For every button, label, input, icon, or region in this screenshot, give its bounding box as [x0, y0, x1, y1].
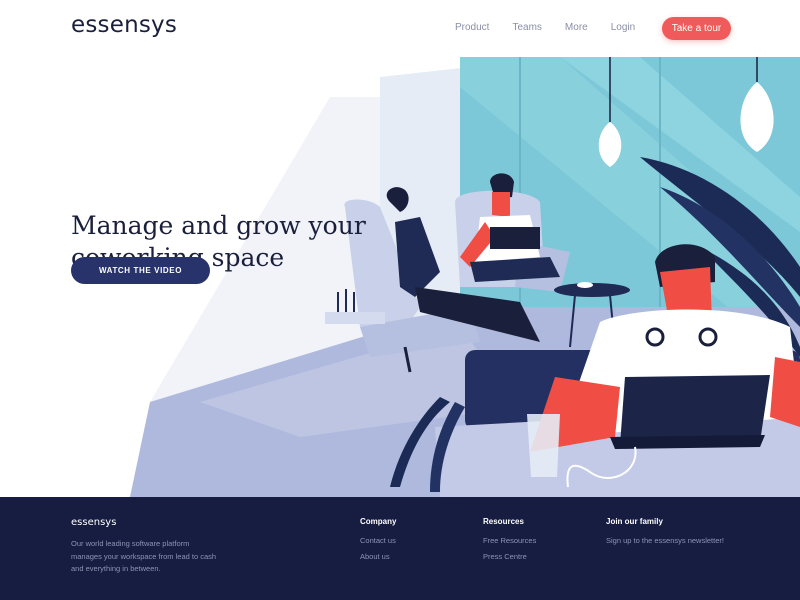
footer-resources-title: Resources	[483, 517, 524, 526]
logo[interactable]: essensys	[71, 12, 177, 38]
footer-join-title: Join our family	[606, 517, 663, 526]
footer: essensys Our world leading software plat…	[0, 497, 800, 600]
nav-link-teams[interactable]: Teams	[512, 22, 541, 33]
footer-link-press-centre[interactable]: Press Centre	[483, 552, 536, 561]
nav-links: Product Teams More Login	[455, 22, 635, 33]
footer-newsletter-text[interactable]: Sign up to the essensys newsletter!	[606, 536, 724, 545]
footer-logo[interactable]: essensys	[71, 517, 116, 528]
footer-join-column: Join our family Sign up to the essensys …	[606, 517, 724, 545]
watch-video-button[interactable]: WATCH THE VIDEO	[71, 257, 210, 284]
footer-company-column: Company Contact us About us	[360, 517, 396, 568]
footer-link-about-us[interactable]: About us	[360, 552, 396, 561]
take-a-tour-button[interactable]: Take a tour	[662, 17, 731, 40]
nav-link-product[interactable]: Product	[455, 22, 489, 33]
nav-link-more[interactable]: More	[565, 22, 588, 33]
nav-link-login[interactable]: Login	[611, 22, 635, 33]
footer-resources-column: Resources Free Resources Press Centre	[483, 517, 536, 568]
footer-link-free-resources[interactable]: Free Resources	[483, 536, 536, 545]
hero-headline-line1: Manage and grow your	[71, 211, 366, 240]
footer-link-contact-us[interactable]: Contact us	[360, 536, 396, 545]
top-nav: essensys Product Teams More Login Take a…	[0, 0, 800, 57]
hero-section: Manage and grow your coworking space WAT…	[0, 57, 800, 497]
footer-description: Our world leading software platform mana…	[71, 539, 217, 573]
footer-company-title: Company	[360, 517, 397, 526]
